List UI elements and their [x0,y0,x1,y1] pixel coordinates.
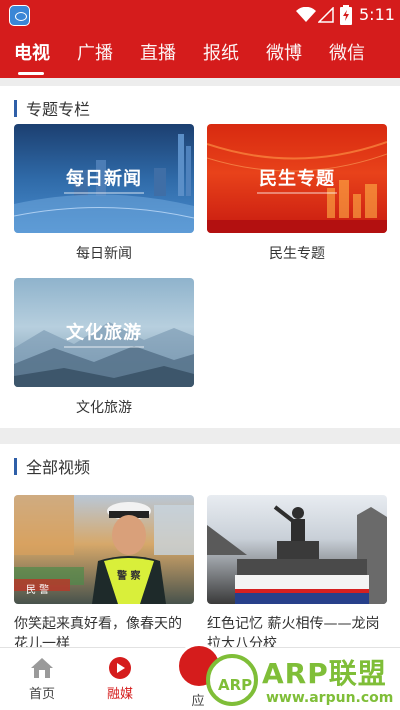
tab-wechat[interactable]: 微信 [329,39,365,65]
watermark-title: ARP联盟 [262,657,387,690]
topic-thumbnail: 文化旅游 [14,278,194,387]
topic-card-culture-travel[interactable]: 文化旅游 文化旅游 [14,278,194,417]
tab-radio[interactable]: 广播 [77,39,113,65]
section-marker [14,457,17,475]
section-header: 专题专栏 [14,96,90,120]
section-marker [14,99,17,117]
section-title: 全部视频 [26,458,91,477]
special-topics-section: 专题专栏 每日新闻 每日新闻 民生专题 民生专题 文化旅游 文化旅游 [0,86,400,428]
battery-charging-icon [340,5,352,25]
video-badge: 民 警 [26,585,50,596]
topic-thumbnail: 民生专题 [207,124,387,233]
channel-tab-bar: 电视 广播 直播 报纸 微博 微信 [0,30,400,78]
arp-watermark: ARP ARP联盟 www.arpun.com [204,652,400,710]
card-caption: 民生专题 [269,246,325,262]
nav-home[interactable]: 首页 [2,648,82,710]
status-time: 5:11 [359,5,395,24]
watermark-url: www.arpun.com [266,690,394,706]
signal-icon [318,7,334,23]
tab-weibo[interactable]: 微博 [266,39,302,65]
vest-text: 警 察 [117,571,141,582]
play-icon [109,657,131,679]
app-notification-icon [9,5,30,26]
video-thumbnail [207,495,387,604]
active-tab-indicator [18,72,44,75]
tab-live[interactable]: 直播 [140,39,176,65]
video-thumbnail: 民 警 警 察 [14,495,194,604]
nav-label: 融媒 [106,687,133,702]
monument-graphic [207,505,387,604]
arp-logo-icon: ARP [206,654,258,706]
thumb-label: 文化旅游 [64,318,144,347]
status-bar: 5:11 [0,0,400,30]
wifi-icon [296,7,316,22]
nav-label: 首页 [28,687,55,702]
home-icon [31,658,53,678]
thumb-label: 民生专题 [257,164,337,193]
section-header: 全部视频 [14,454,90,478]
card-caption: 每日新闻 [76,246,132,262]
topic-card-daily-news[interactable]: 每日新闻 每日新闻 [14,124,194,263]
video-card-red-memory[interactable]: 红色记忆 薪火相传——龙岗拉大八分校 [207,495,387,654]
all-videos-section: 全部视频 民 警 警 察 你笑起来真好看，像春天的花儿一样 红色记忆 薪火相传—… [0,444,400,654]
video-card-smile[interactable]: 民 警 警 察 你笑起来真好看，像春天的花儿一样 [14,495,194,654]
watermark-circle-text: ARP [218,676,253,694]
thumb-label: 每日新闻 [64,164,144,193]
tab-tv[interactable]: 电视 [14,39,50,65]
topic-thumbnail: 每日新闻 [14,124,194,233]
topic-card-livelihood[interactable]: 民生专题 民生专题 [207,124,387,263]
tab-newspaper[interactable]: 报纸 [203,39,239,65]
nav-media[interactable]: 融媒 [80,648,160,710]
section-title: 专题专栏 [26,100,91,119]
card-caption: 文化旅游 [76,400,132,416]
